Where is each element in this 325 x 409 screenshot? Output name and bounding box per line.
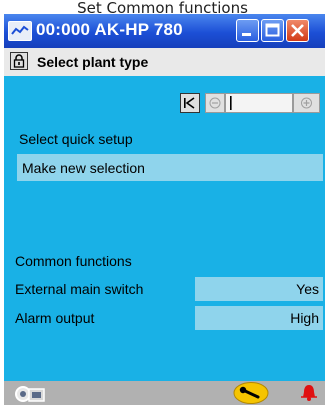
function-label: Alarm output	[15, 310, 95, 326]
function-row-alarm-output: Alarm output High	[4, 306, 325, 330]
minimize-button[interactable]	[236, 19, 259, 42]
page-indicator-field[interactable]	[225, 93, 293, 113]
function-value-field[interactable]: High	[195, 306, 323, 330]
function-value-field[interactable]: Yes	[195, 277, 323, 301]
function-label: External main switch	[15, 281, 144, 297]
first-page-button[interactable]	[180, 93, 200, 113]
device-icon[interactable]	[14, 383, 46, 403]
first-page-icon	[184, 97, 195, 109]
function-value: High	[290, 310, 319, 326]
function-row-external-main-switch: External main switch Yes	[4, 277, 325, 301]
status-bar	[4, 381, 325, 405]
screen-header: Select plant type	[4, 48, 325, 76]
close-button[interactable]	[286, 19, 309, 42]
lock-icon[interactable]	[10, 52, 28, 70]
next-icon	[301, 97, 312, 109]
function-value: Yes	[296, 281, 319, 297]
quick-setup-selection[interactable]: Make new selection	[17, 154, 323, 181]
app-icon	[8, 21, 32, 41]
page-title: Select plant type	[37, 54, 149, 70]
previous-icon	[209, 97, 221, 109]
quick-setup-label: Select quick setup	[19, 131, 133, 147]
app-window: 00:000 AK-HP 780 Select plant type Selec…	[4, 14, 325, 405]
alarm-bell-icon[interactable]	[298, 382, 320, 404]
main-content: Select quick setup Make new selection Co…	[4, 76, 325, 381]
quick-setup-value: Make new selection	[22, 160, 145, 176]
wrench-icon[interactable]	[233, 382, 269, 404]
next-page-button[interactable]	[293, 93, 320, 113]
maximize-button[interactable]	[261, 19, 284, 42]
common-functions-heading: Common functions	[15, 253, 132, 269]
window-title: 00:000 AK-HP 780	[36, 20, 183, 39]
previous-page-button[interactable]	[205, 93, 225, 113]
title-bar[interactable]: 00:000 AK-HP 780	[4, 14, 325, 48]
